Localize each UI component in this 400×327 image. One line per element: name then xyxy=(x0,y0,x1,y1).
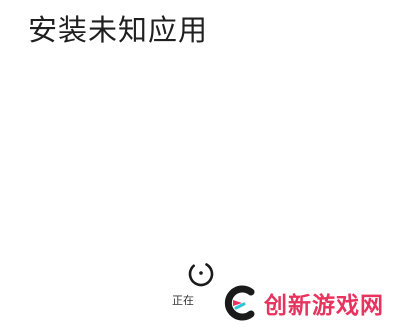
watermark: 创新游戏网 xyxy=(212,280,400,326)
loading-label: 正在 xyxy=(172,294,194,307)
page-title: 安装未知应用 xyxy=(28,13,209,47)
spinner-icon xyxy=(188,261,214,287)
brand-logo-icon xyxy=(224,285,255,321)
watermark-text: 创新游戏网 xyxy=(264,293,384,319)
